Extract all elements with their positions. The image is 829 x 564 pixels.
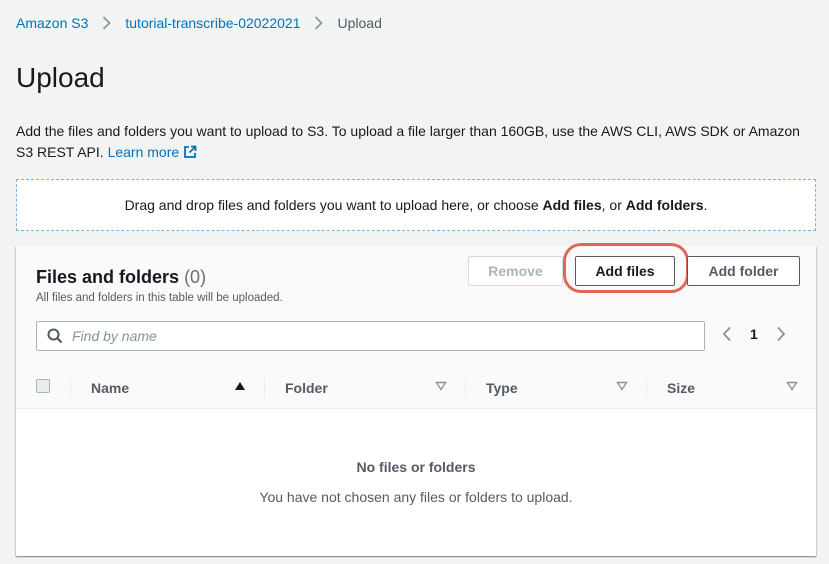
page-description: Add the files and folders you want to up… <box>16 121 816 165</box>
page-number[interactable]: 1 <box>750 326 758 342</box>
add-files-button[interactable]: Add files <box>575 256 675 286</box>
dropzone-sep: , or <box>601 197 626 213</box>
learn-more-label: Learn more <box>107 144 180 160</box>
sort-descending-icon[interactable] <box>435 381 447 391</box>
sort-ascending-icon[interactable] <box>234 381 246 391</box>
breadcrumb-current: Upload <box>337 15 382 31</box>
files-and-folders-panel: Files and folders (0) All files and fold… <box>16 243 816 556</box>
column-divider <box>646 377 647 399</box>
upload-dropzone[interactable]: Drag and drop files and folders you want… <box>16 179 816 231</box>
learn-more-link[interactable]: Learn more <box>108 144 198 160</box>
column-header-size[interactable]: Size <box>667 366 695 409</box>
column-header-folder[interactable]: Folder <box>285 366 328 409</box>
search-icon <box>47 328 63 344</box>
sort-descending-icon[interactable] <box>786 381 798 391</box>
select-all-checkbox[interactable] <box>36 379 50 393</box>
panel-header: Files and folders (0) All files and fold… <box>16 243 816 366</box>
dropzone-prefix: Drag and drop files and folders you want… <box>124 197 543 213</box>
search-field[interactable] <box>36 321 705 351</box>
dropzone-add-files: Add files <box>542 197 602 213</box>
pagination: 1 <box>722 326 786 342</box>
panel-count: (0) <box>184 267 207 287</box>
empty-state-message: You have not chosen any files or folders… <box>259 489 573 505</box>
breadcrumb-bucket[interactable]: tutorial-transcribe-02022021 <box>125 15 300 31</box>
chevron-right-icon <box>102 16 112 30</box>
table-header: Name Folder Type Size <box>16 366 816 409</box>
dropzone-text: Drag and drop files and folders you want… <box>125 197 708 213</box>
search-input[interactable] <box>72 328 692 344</box>
dropzone-add-folders: Add folders <box>625 197 704 213</box>
panel-title: Files and folders (0) <box>36 267 206 288</box>
add-folder-button[interactable]: Add folder <box>687 256 800 286</box>
page-title: Upload <box>16 62 105 93</box>
chevron-right-icon[interactable] <box>776 326 786 342</box>
breadcrumb: Amazon S3 tutorial-transcribe-02022021 U… <box>16 15 382 31</box>
column-header-name[interactable]: Name <box>91 366 129 409</box>
chevron-right-icon <box>314 16 324 30</box>
panel-subtitle: All files and folders in this table will… <box>36 292 283 304</box>
column-divider <box>70 377 71 399</box>
dropzone-suffix: . <box>703 197 708 213</box>
empty-state-title: No files or folders <box>356 459 476 475</box>
panel-title-text: Files and folders <box>36 267 180 287</box>
chevron-left-icon[interactable] <box>722 326 732 342</box>
column-divider <box>465 377 466 399</box>
breadcrumb-amazon-s3[interactable]: Amazon S3 <box>16 15 88 31</box>
column-divider <box>264 377 265 399</box>
external-link-icon <box>183 144 197 165</box>
remove-button[interactable]: Remove <box>468 256 563 286</box>
sort-descending-icon[interactable] <box>616 381 628 391</box>
column-header-type[interactable]: Type <box>486 366 518 409</box>
